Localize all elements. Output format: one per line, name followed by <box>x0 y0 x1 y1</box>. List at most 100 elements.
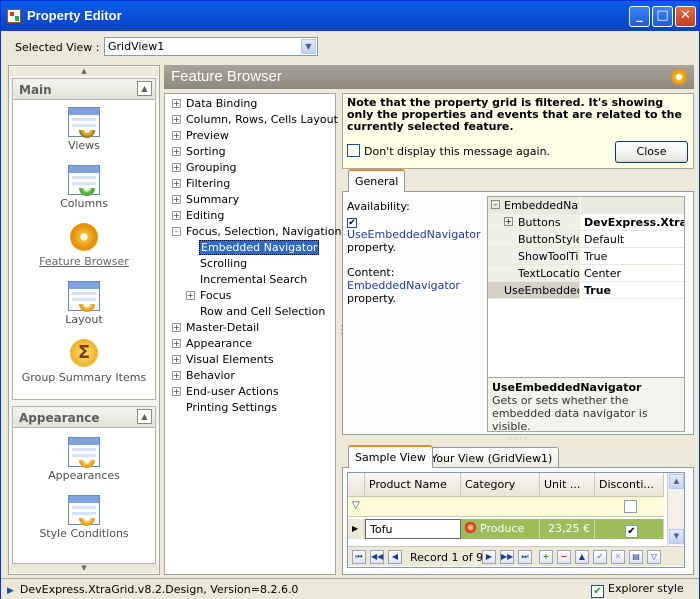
cancel-edit-icon[interactable]: ✕ <box>611 550 625 564</box>
tree-node-incremental-search[interactable]: Incremental Search <box>200 273 307 286</box>
explorer-style-checkbox[interactable]: ✔ Explorer style <box>591 582 684 598</box>
property-value[interactable]: DevExpress.XtraEd <box>581 214 684 230</box>
cell-discontinued[interactable]: ✔ <box>595 519 664 539</box>
property-row[interactable]: ButtonStyle Default <box>488 231 684 248</box>
expand-icon[interactable]: + <box>504 217 513 226</box>
cell-unit-price[interactable]: 23,25 € <box>540 519 595 539</box>
property-value[interactable]: True <box>581 282 684 298</box>
tree-node-behavior[interactable]: + Behavior <box>172 369 235 382</box>
property-value[interactable]: Default <box>581 231 684 247</box>
filter-icon[interactable]: ▽ <box>647 550 661 564</box>
group-appearance-header[interactable]: Appearance ▲ <box>13 407 155 428</box>
last-record-icon[interactable]: ⏭ <box>518 550 532 564</box>
tree-node-embedded-navigator[interactable]: Embedded Navigator <box>199 240 320 255</box>
expand-icon[interactable]: + <box>186 291 195 300</box>
tab-your-view[interactable]: Your View (GridView1) <box>424 447 560 467</box>
expand-icon[interactable]: + <box>172 371 181 380</box>
property-row[interactable]: + Buttons DevExpress.XtraEd <box>488 214 684 231</box>
nav-item-group-summary-items[interactable]: Σ Group Summary Items <box>13 339 155 384</box>
property-value[interactable]: True <box>581 248 684 264</box>
expand-icon[interactable]: + <box>172 131 181 140</box>
feature-tree[interactable]: + Data Binding + Column, Rows, Cells Layou… <box>164 93 341 575</box>
sample-grid[interactable]: Product Name Category Unit ... Disconti.… <box>347 472 685 568</box>
tree-node-visual-elements[interactable]: + Visual Elements <box>172 353 274 366</box>
expand-icon[interactable]: + <box>172 387 181 396</box>
expand-icon[interactable]: + <box>172 211 181 220</box>
availability-link[interactable]: UseEmbeddedNavigator <box>347 228 481 241</box>
checkmark-icon[interactable]: ✔ <box>625 525 638 538</box>
nav-item-layout[interactable]: Layout <box>13 281 155 326</box>
vertical-splitter[interactable] <box>336 93 347 575</box>
end-edit-icon[interactable]: ✔ <box>593 550 607 564</box>
column-header-product-name[interactable]: Product Name <box>365 473 461 497</box>
content-link[interactable]: EmbeddedNavigator <box>347 279 483 292</box>
selected-view-combo[interactable]: GridView1 ▼ <box>104 37 318 56</box>
cell-category[interactable]: Produce <box>461 519 540 539</box>
tree-node-preview[interactable]: + Preview <box>172 129 229 142</box>
tree-node-focus[interactable]: + Focus <box>186 289 231 302</box>
expand-icon[interactable]: + <box>172 115 181 124</box>
tree-node-focus-selection-navigation[interactable]: - Focus, Selection, Navigation <box>172 225 341 238</box>
scroll-up-icon[interactable]: ▲ <box>669 474 684 489</box>
property-row[interactable]: TextLocation Center <box>488 265 684 282</box>
collapse-icon[interactable]: - <box>172 227 181 236</box>
tree-node-editing[interactable]: + Editing <box>172 209 224 222</box>
tree-node-master-detail[interactable]: + Master-Detail <box>172 321 259 334</box>
delete-record-icon[interactable]: − <box>557 550 571 564</box>
next-record-icon[interactable]: ▶ <box>482 550 496 564</box>
collapse-icon[interactable]: - <box>491 200 500 209</box>
edit-record-icon[interactable]: ▲ <box>575 550 589 564</box>
expand-icon[interactable]: + <box>172 147 181 156</box>
close-note-button[interactable]: Close <box>615 141 688 163</box>
property-grid[interactable]: -EmbeddedNavi +ButtonsDevExpress.XtraEd … <box>487 196 685 433</box>
property-row[interactable]: - EmbeddedNavi <box>488 197 684 214</box>
first-record-icon[interactable]: ⏮ <box>352 550 366 564</box>
dont-display-checkbox[interactable]: Don't display this message again. <box>347 144 550 158</box>
expand-icon[interactable]: + <box>172 179 181 188</box>
nav-item-views[interactable]: Views <box>13 107 155 152</box>
tree-node-row-and-cell-selection[interactable]: Row and Cell Selection <box>200 305 325 318</box>
expand-icon[interactable]: + <box>172 163 181 172</box>
cell-product-name[interactable]: Tofu <box>365 519 461 539</box>
column-header-unit-price[interactable]: Unit ... <box>540 473 595 497</box>
expand-icon[interactable]: + <box>172 99 181 108</box>
nav-item-appearances[interactable]: Appearances <box>13 437 155 482</box>
nav-item-feature-browser[interactable]: Feature Browser <box>13 223 155 268</box>
append-record-icon[interactable]: + <box>539 550 553 564</box>
property-value[interactable]: Center <box>581 265 684 281</box>
column-header-category[interactable]: Category <box>461 473 540 497</box>
expand-icon[interactable]: + <box>172 339 181 348</box>
next-page-icon[interactable]: ▶▶ <box>500 550 514 564</box>
expand-icon[interactable]: + <box>172 323 181 332</box>
maximize-button[interactable]: □ <box>652 6 673 27</box>
tree-node-scrolling[interactable]: Scrolling <box>200 257 247 270</box>
tree-node-summary[interactable]: + Summary <box>172 193 239 206</box>
group-main-header[interactable]: Main ▲ <box>13 79 155 100</box>
expand-icon[interactable]: + <box>172 195 181 204</box>
title-bar[interactable]: Property Editor _ □ ✕ <box>1 1 699 31</box>
property-row[interactable]: ShowToolTip True <box>488 248 684 265</box>
chevron-down-icon[interactable]: ▼ <box>301 39 316 54</box>
table-row[interactable]: ▶ Tofu Produce 23,25 € ✔ <box>348 519 664 539</box>
collapse-icon[interactable]: ▲ <box>137 409 152 424</box>
nav-item-columns[interactable]: Columns <box>13 165 155 210</box>
tree-node-grouping[interactable]: + Grouping <box>172 161 237 174</box>
text-edit-icon[interactable]: ▤ <box>629 550 643 564</box>
tree-node-filtering[interactable]: + Filtering <box>172 177 230 190</box>
tree-node-printing-settings[interactable]: Printing Settings <box>186 401 277 414</box>
scroll-down-button[interactable]: ▼ <box>10 564 158 573</box>
prev-page-icon[interactable]: ◀◀ <box>370 550 384 564</box>
minimize-button[interactable]: _ <box>629 6 650 27</box>
checkbox-icon[interactable] <box>347 144 360 157</box>
tree-node-appearance[interactable]: + Appearance <box>172 337 252 350</box>
prev-record-icon[interactable]: ◀ <box>388 550 402 564</box>
horizontal-splitter[interactable]: · · · · <box>342 435 694 443</box>
expand-icon[interactable]: + <box>172 355 181 364</box>
scroll-down-icon[interactable]: ▼ <box>669 529 684 544</box>
property-row-selected[interactable]: UseEmbeddedNTrue <box>488 282 684 299</box>
tree-node-data-binding[interactable]: + Data Binding <box>172 97 257 110</box>
nav-item-style-conditions[interactable]: Style Conditions <box>13 495 155 540</box>
tree-node-sorting[interactable]: + Sorting <box>172 145 226 158</box>
collapse-icon[interactable]: ▲ <box>137 81 152 96</box>
tree-node-end-user-actions[interactable]: + End-user Actions <box>172 385 279 398</box>
